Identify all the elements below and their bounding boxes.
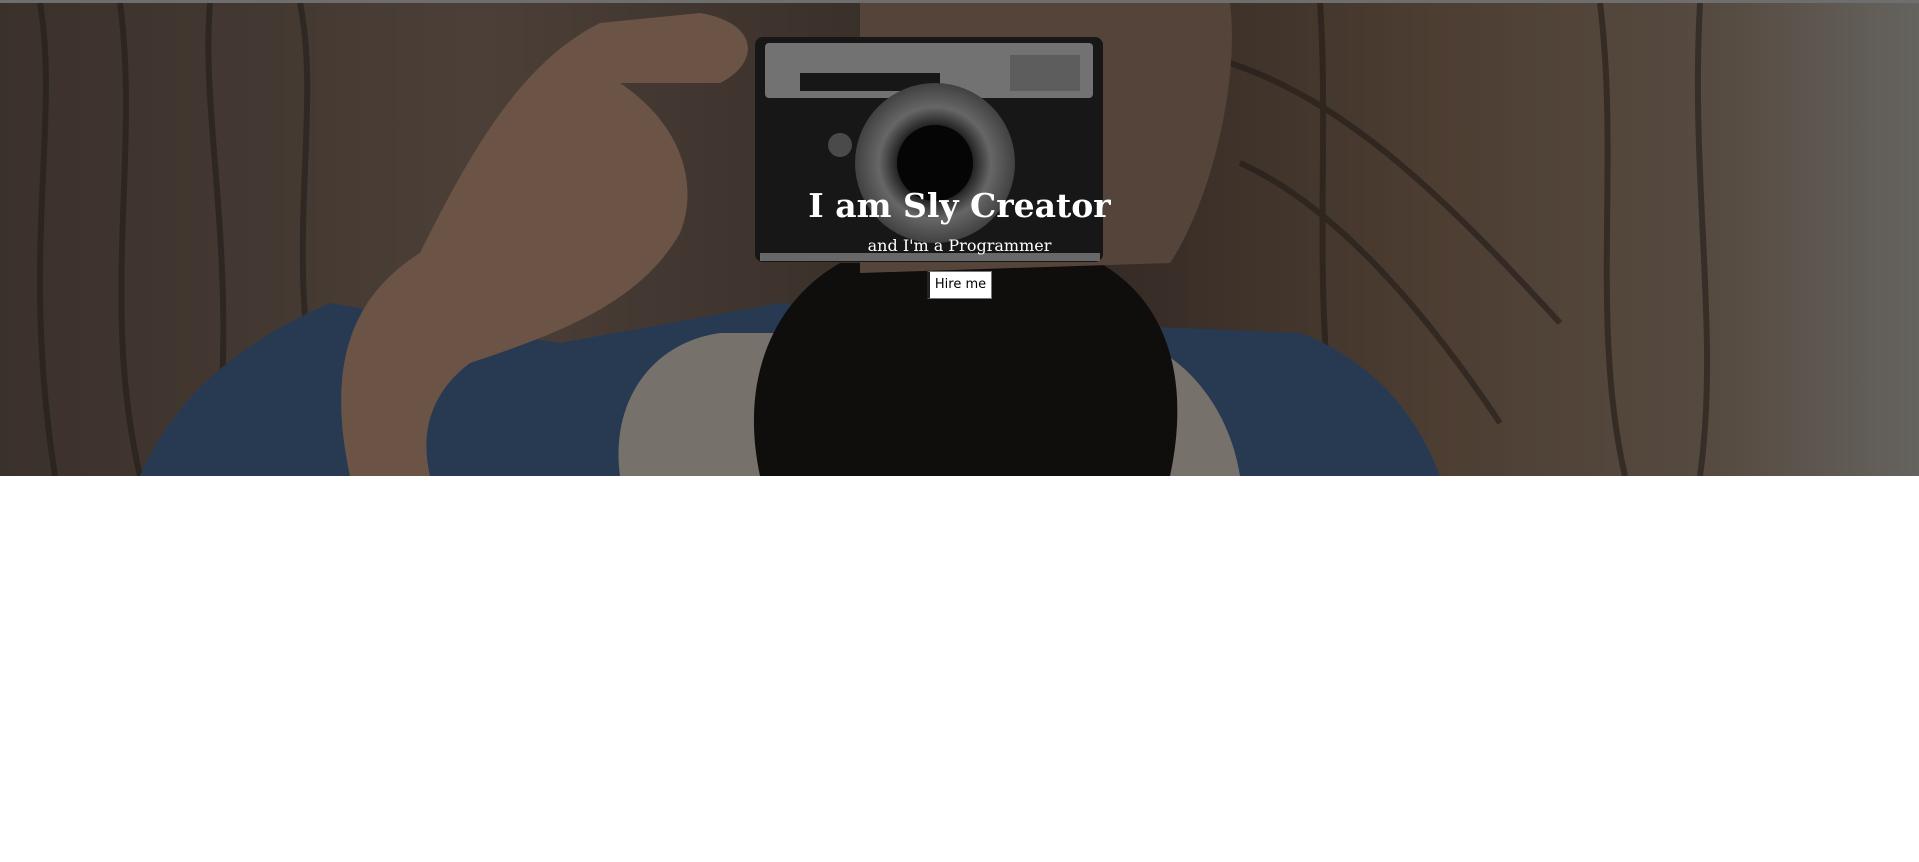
hire-me-button[interactable]: Hire me <box>926 271 993 299</box>
hero-subtitle: and I'm a Programmer <box>867 236 1052 255</box>
hero-section: I am Sly Creator and I'm a Programmer Hi… <box>0 3 1919 476</box>
hero-title: I am Sly Creator <box>808 186 1111 225</box>
hero-content: I am Sly Creator and I'm a Programmer Hi… <box>0 183 1919 299</box>
content-area <box>0 476 1919 862</box>
